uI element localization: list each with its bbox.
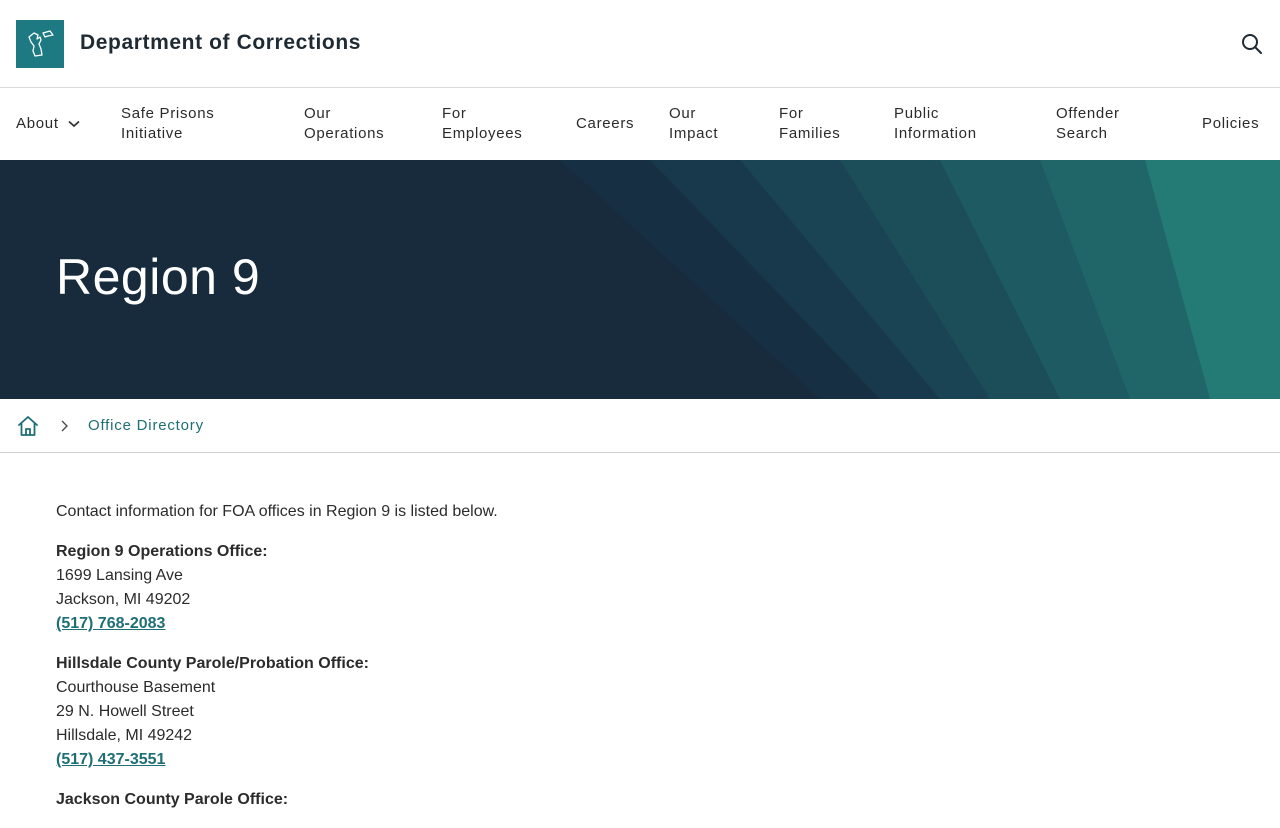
nav-item-policies[interactable]: Policies bbox=[1202, 88, 1259, 160]
nav-item-label: Public Information bbox=[894, 105, 977, 142]
office-name: Jackson County Parole Office: bbox=[56, 791, 289, 808]
office-address-line: Jackson, MI 49202 bbox=[56, 591, 191, 608]
hero-banner: Region 9 bbox=[0, 160, 1280, 399]
office-name: Region 9 Operations Office: bbox=[56, 543, 268, 560]
nav-item-label: Our Impact bbox=[669, 105, 719, 142]
nav-item-label: Careers bbox=[576, 115, 635, 132]
nav-item-label: Our Operations bbox=[304, 105, 385, 142]
nav-item-for-employees[interactable]: For Employees bbox=[442, 88, 523, 160]
main-nav: About Safe Prisons Initiative Our Operat… bbox=[0, 88, 1280, 160]
nav-item-public-information[interactable]: Public Information bbox=[894, 88, 977, 160]
nav-item-label: About bbox=[16, 115, 59, 132]
office-address-line: Courthouse Basement bbox=[56, 679, 216, 696]
intro-text: Contact information for FOA offices in R… bbox=[56, 503, 498, 520]
nav-item-offender-search[interactable]: Offender Search bbox=[1056, 88, 1120, 160]
office-entry: Hillsdale County Parole/Probation Office… bbox=[56, 652, 1056, 772]
nav-item-label: Offender Search bbox=[1056, 105, 1120, 142]
breadcrumb-link-office-directory[interactable]: Office Directory bbox=[88, 417, 204, 434]
office-address-line: 1699 Lansing Ave bbox=[56, 567, 183, 584]
office-entry: Jackson County Parole Office: bbox=[56, 788, 1056, 812]
office-phone-link[interactable]: (517) 768-2083 bbox=[56, 612, 165, 636]
breadcrumb: Office Directory bbox=[0, 399, 1280, 453]
nav-item-careers[interactable]: Careers bbox=[576, 88, 634, 160]
chevron-down-icon bbox=[68, 120, 80, 128]
search-icon[interactable] bbox=[1240, 32, 1264, 56]
nav-item-safe-prisons-initiative[interactable]: Safe Prisons Initiative bbox=[121, 88, 214, 160]
site-title[interactable]: Department of Corrections bbox=[80, 31, 361, 55]
nav-item-label: For Employees bbox=[442, 105, 523, 142]
office-address-line: 29 N. Howell Street bbox=[56, 703, 194, 720]
nav-item-our-impact[interactable]: Our Impact bbox=[669, 88, 718, 160]
nav-item-label: For Families bbox=[779, 105, 841, 142]
nav-item-our-operations[interactable]: Our Operations bbox=[304, 88, 384, 160]
home-icon[interactable] bbox=[16, 414, 40, 438]
main-content: Contact information for FOA offices in R… bbox=[56, 500, 1056, 828]
chevron-right-icon bbox=[58, 419, 70, 433]
office-phone-link[interactable]: (517) 437-3551 bbox=[56, 748, 165, 772]
office-name: Hillsdale County Parole/Probation Office… bbox=[56, 655, 369, 672]
nav-item-about[interactable]: About bbox=[16, 88, 80, 160]
logo[interactable] bbox=[16, 20, 64, 68]
office-entry: Region 9 Operations Office: 1699 Lansing… bbox=[56, 540, 1056, 636]
nav-item-for-families[interactable]: For Families bbox=[779, 88, 840, 160]
office-address-line: Hillsdale, MI 49242 bbox=[56, 727, 193, 744]
page-title: Region 9 bbox=[56, 249, 261, 305]
michigan-state-icon bbox=[28, 30, 54, 57]
site-header: Department of Corrections bbox=[0, 0, 1280, 88]
nav-item-label: Policies bbox=[1202, 115, 1260, 132]
nav-item-label: Safe Prisons Initiative bbox=[121, 105, 215, 142]
